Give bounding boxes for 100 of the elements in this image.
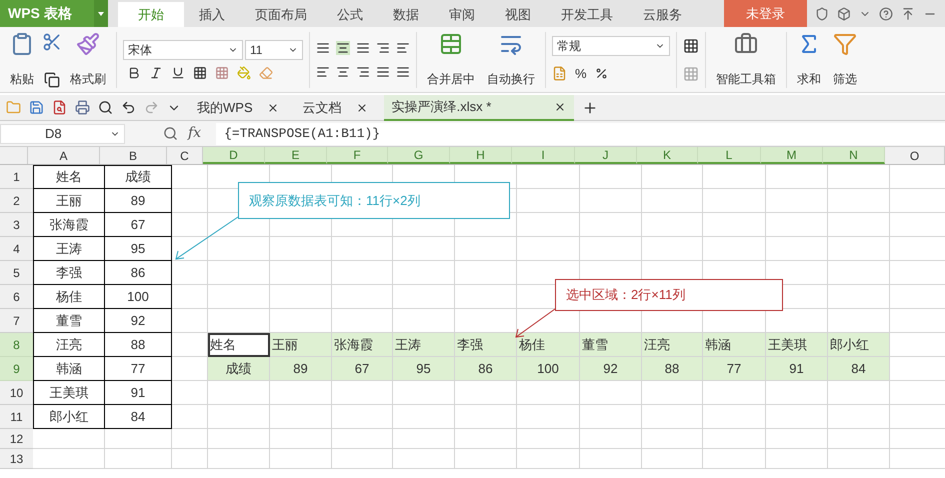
number-format-select[interactable]: 常规 [552,36,670,56]
table-cell [33,449,105,469]
menu-tab[interactable]: 开始 [118,2,184,27]
align-right-icon[interactable] [356,64,370,78]
row-header[interactable]: 2 [0,189,33,213]
print-icon[interactable] [75,100,90,115]
cut-icon[interactable] [42,32,62,52]
column-header[interactable]: H [450,147,512,164]
underline-icon[interactable] [171,66,185,80]
italic-icon[interactable] [149,66,163,80]
new-tab-icon[interactable] [582,100,598,116]
sum-button[interactable]: 求和 [793,32,825,88]
column-header[interactable]: A [28,147,100,164]
zoom-formula-icon[interactable] [163,126,178,141]
menu-tab[interactable]: 公式 [322,2,378,27]
table-style-icon[interactable] [683,38,699,54]
paste-button[interactable]: 粘贴 [6,32,38,88]
row-header[interactable]: 9 [0,357,33,381]
wrap-text-button[interactable]: 自动换行 [483,32,539,88]
column-header[interactable]: K [637,147,698,164]
toolbox-button[interactable]: 智能工具箱 [712,32,780,88]
close-icon[interactable] [266,102,279,114]
preview-icon[interactable] [98,100,113,115]
row-header[interactable]: 8 [0,333,33,357]
formula-field[interactable]: {=TRANSPOSE(A1:B11)} [216,122,945,144]
column-header[interactable]: D [203,147,265,164]
currency-icon[interactable] [552,66,567,81]
row-header[interactable]: 12 [0,429,33,449]
row-header[interactable]: 7 [0,309,33,333]
column-header[interactable]: N [823,147,885,164]
document-tab[interactable]: 云文档 [294,94,376,120]
menu-tab[interactable]: 开发工具 [546,2,628,27]
menu-tab[interactable]: 审阅 [434,2,490,27]
align-bottom-icon[interactable] [356,40,370,54]
align-middle-icon[interactable] [336,40,350,54]
row-header[interactable]: 6 [0,285,33,309]
table-cell [828,381,890,405]
menu-tab[interactable]: 云服务 [628,2,697,27]
table-cell [828,261,890,285]
menu-tab[interactable]: 插入 [184,2,240,27]
column-header[interactable]: B [100,147,167,164]
table-cell [105,449,172,469]
table-cell [828,429,890,449]
column-header[interactable]: J [575,147,637,164]
row-header[interactable]: 13 [0,449,33,469]
cell-style-icon[interactable] [215,66,229,80]
filter-button[interactable]: 筛选 [829,32,861,88]
table-cell [270,429,332,449]
column-header[interactable]: E [265,147,327,164]
indent-icon[interactable] [376,40,390,54]
column-header[interactable]: I [512,147,575,164]
fill-color-icon[interactable] [237,66,251,80]
undo-icon[interactable] [121,100,136,115]
function-icon[interactable]: fx [188,123,202,144]
name-box[interactable]: D8 [0,124,125,144]
bold-icon[interactable] [127,66,141,80]
menu-tab[interactable]: 视图 [490,2,546,27]
column-header[interactable]: L [698,147,761,164]
column-header[interactable]: O [885,147,945,164]
table-cell: 韩涵 [703,333,766,357]
font-select[interactable]: 宋体 [123,40,243,60]
table-cell [393,261,455,285]
row-header[interactable]: 10 [0,381,33,405]
distribute-icon[interactable] [396,64,410,78]
document-tab[interactable]: 实操严演绎.xlsx * [384,94,574,120]
merge-center-button[interactable]: 合并居中 [423,32,479,88]
shield-icon[interactable] [815,6,829,20]
align-left-icon[interactable] [316,64,330,78]
column-header[interactable]: M [761,147,823,164]
format-painter-button[interactable]: 格式刷 [66,32,110,88]
border-icon[interactable] [193,66,207,80]
menu-tab[interactable]: 页面布局 [240,2,322,27]
close-icon[interactable] [554,100,566,112]
menu-tab[interactable]: 数据 [378,2,434,27]
row-header[interactable]: 11 [0,405,33,429]
save-icon[interactable] [29,100,44,115]
collapse-ribbon-icon[interactable] [901,6,915,20]
export-icon[interactable] [52,100,67,115]
percent-button[interactable]: % [575,64,587,84]
table-cell: 汪亮 [33,333,105,357]
row-header[interactable]: 5 [0,261,33,285]
outdent-icon[interactable] [396,40,410,54]
row-header[interactable]: 1 [0,165,33,189]
cube-icon[interactable] [837,6,851,20]
help-icon[interactable] [879,6,893,20]
align-top-icon[interactable] [316,40,330,54]
decimal-icon[interactable] [594,67,608,80]
table-cell [208,381,270,405]
justify-icon[interactable] [376,64,390,78]
align-center-icon[interactable] [336,64,350,78]
row-header[interactable]: 3 [0,213,33,237]
document-tab[interactable]: 我的WPS [189,94,287,120]
column-header[interactable]: F [327,147,388,164]
font-size-select[interactable]: 11 [245,40,303,60]
close-icon[interactable] [356,102,368,114]
copy-icon[interactable] [44,72,60,88]
column-header[interactable]: G [388,147,450,164]
table-cell: 95 [393,357,455,381]
row-header[interactable]: 4 [0,237,33,261]
table-cell [208,261,270,285]
